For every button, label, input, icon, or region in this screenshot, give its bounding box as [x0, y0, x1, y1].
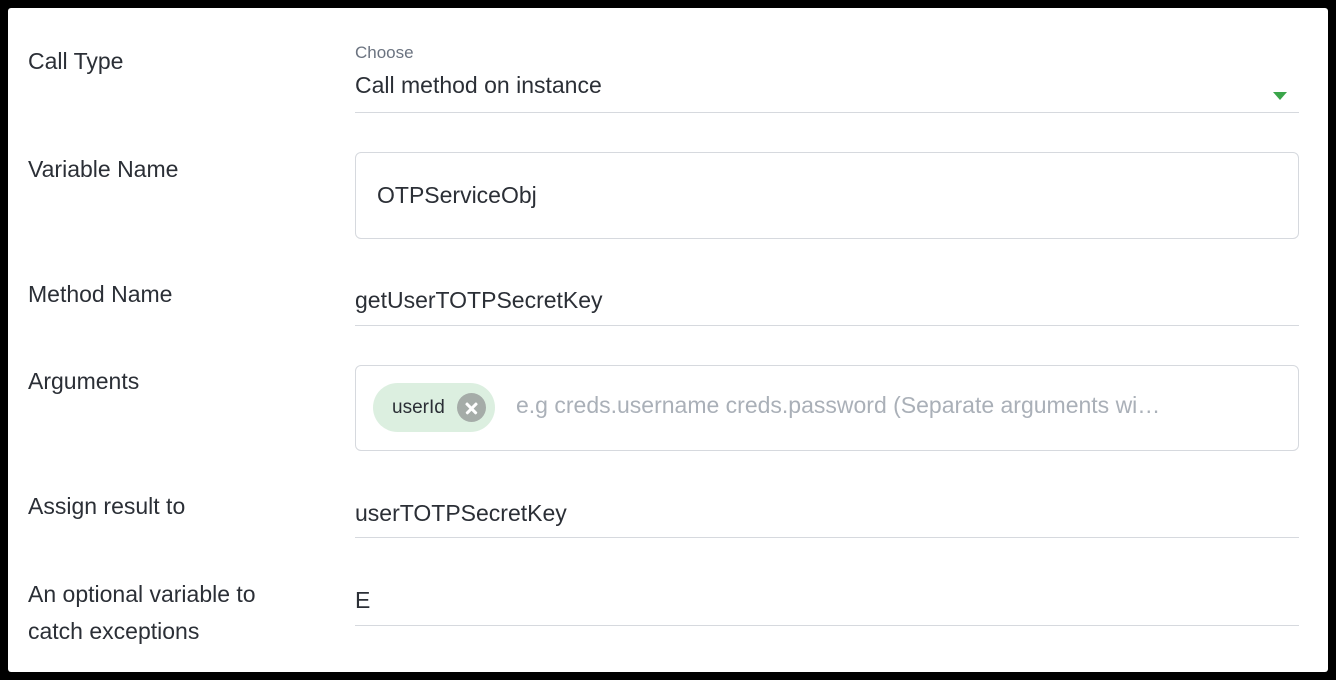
- exception-label-line1: An optional variable to: [28, 581, 256, 607]
- method-call-form: Call Type Choose Call method on instance…: [8, 8, 1328, 672]
- arguments-input[interactable]: userId e.g creds.username creds.password…: [355, 365, 1299, 451]
- exception-variable-value: E: [355, 587, 371, 613]
- method-name-label: Method Name: [28, 281, 173, 307]
- variable-name-value: OTPServiceObj: [377, 182, 537, 208]
- arguments-placeholder[interactable]: e.g creds.username creds.password (Separ…: [516, 392, 1246, 419]
- exception-label-line2: catch exceptions: [28, 618, 200, 644]
- chevron-down-icon[interactable]: [1273, 92, 1287, 100]
- method-name-input[interactable]: getUserTOTPSecretKey: [355, 276, 1299, 326]
- call-type-choose-label: Choose: [355, 43, 414, 62]
- method-name-value: getUserTOTPSecretKey: [355, 287, 603, 313]
- call-type-select[interactable]: Choose Call method on instance: [355, 43, 1299, 113]
- variable-name-label: Variable Name: [28, 156, 179, 182]
- variable-name-input[interactable]: OTPServiceObj: [355, 152, 1299, 239]
- remove-chip-icon[interactable]: [456, 393, 486, 422]
- arguments-label: Arguments: [28, 368, 140, 394]
- argument-chip: userId: [373, 383, 495, 432]
- call-type-value: Call method on instance: [355, 72, 602, 98]
- call-type-label: Call Type: [28, 48, 124, 74]
- assign-result-input[interactable]: userTOTPSecretKey: [355, 490, 1299, 538]
- assign-result-label: Assign result to: [28, 493, 186, 519]
- argument-chip-label: userId: [392, 396, 445, 418]
- assign-result-value: userTOTPSecretKey: [355, 500, 567, 526]
- exception-variable-input[interactable]: E: [355, 578, 1299, 626]
